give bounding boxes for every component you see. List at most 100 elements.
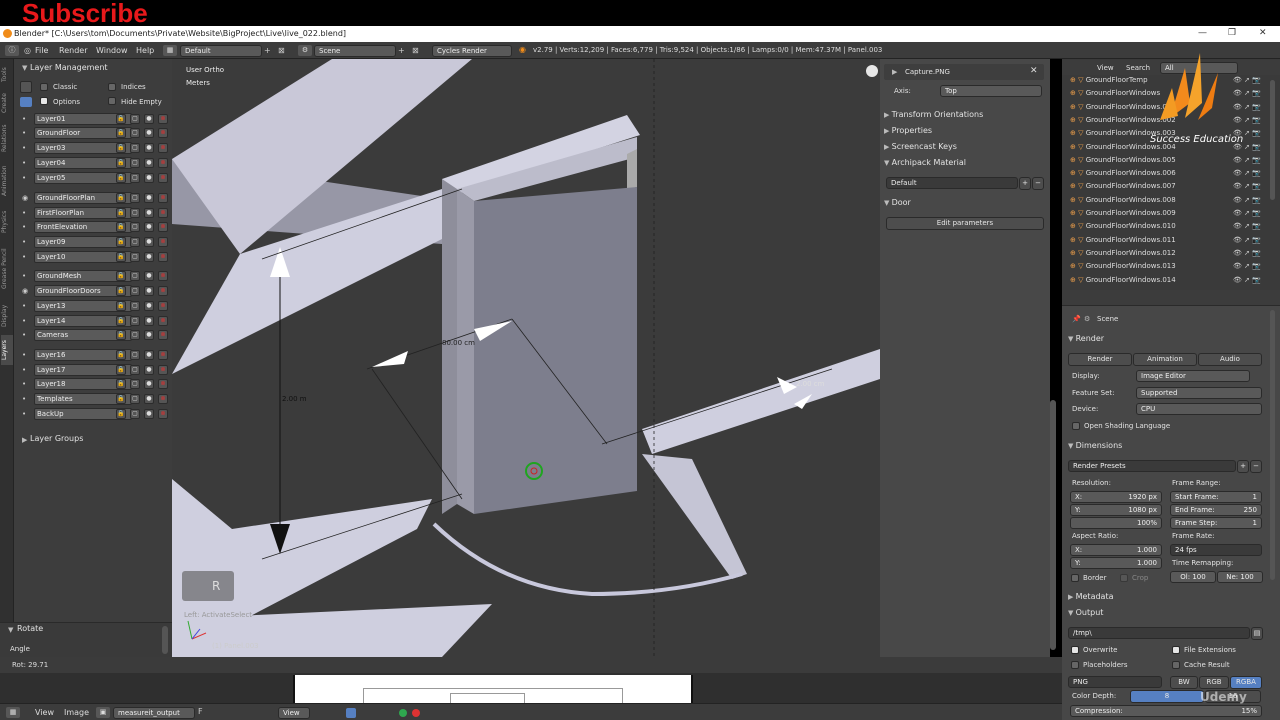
- layer-row[interactable]: • Layer10 🔒 ▢ ● ⊗: [22, 251, 168, 263]
- border-checkbox[interactable]: [1071, 574, 1079, 582]
- scene-field[interactable]: Scene: [314, 45, 396, 57]
- layer-visibility-icon[interactable]: •: [22, 223, 26, 231]
- device-select[interactable]: CPU: [1136, 403, 1262, 415]
- layer-row[interactable]: • GroundFloor 🔒 ▢ ● ⊗: [22, 127, 168, 139]
- layer-wire-icon[interactable]: ▢: [130, 379, 140, 389]
- layer-visibility-icon[interactable]: •: [22, 302, 26, 310]
- layer-remove-icon[interactable]: ⊗: [158, 128, 168, 138]
- layer-lock-icon[interactable]: 🔒: [116, 409, 126, 419]
- outliner-row[interactable]: ⊕ ▽ GroundFloorWindows.010 👁 ➚ 📷: [1070, 222, 1270, 235]
- capture-close-icon[interactable]: ✕: [1030, 66, 1038, 76]
- image-fake-user-icon[interactable]: F: [198, 707, 203, 716]
- layer-row[interactable]: ◉ GroundFloorPlan 🔒 ▢ ● ⊗: [22, 192, 168, 204]
- file-extensions-checkbox[interactable]: [1172, 646, 1180, 654]
- layer-visibility-icon[interactable]: •: [22, 129, 26, 137]
- layer-visibility-icon[interactable]: •: [22, 209, 26, 217]
- color-rgb-button[interactable]: RGB: [1199, 676, 1229, 689]
- layer-lock-icon[interactable]: 🔒: [116, 271, 126, 281]
- preset-add-button[interactable]: +: [1237, 460, 1249, 473]
- section-output[interactable]: ▼ Output: [1068, 608, 1268, 622]
- layer-wire-icon[interactable]: ▢: [130, 271, 140, 281]
- outliner-row[interactable]: ⊕ ▽ GroundFloorWindows.005 👁 ➚ 📷: [1070, 156, 1270, 169]
- layer-render-icon[interactable]: ●: [144, 394, 154, 404]
- layer-visibility-icon[interactable]: ◉: [22, 194, 28, 202]
- layer-lock-icon[interactable]: 🔒: [116, 208, 126, 218]
- layer-wire-icon[interactable]: ▢: [130, 114, 140, 124]
- aspect-x-field[interactable]: X: 1.000: [1070, 544, 1162, 556]
- layer-lock-icon[interactable]: 🔒: [116, 143, 126, 153]
- image-editor-type-icon[interactable]: ▦: [6, 707, 20, 718]
- layer-render-icon[interactable]: ●: [144, 316, 154, 326]
- image-name-field[interactable]: measureit_output: [113, 707, 195, 719]
- layer-wire-icon[interactable]: ▢: [130, 128, 140, 138]
- layer-visibility-icon[interactable]: •: [22, 238, 26, 246]
- menu-help[interactable]: Help: [136, 46, 154, 55]
- layer-render-icon[interactable]: ●: [144, 379, 154, 389]
- layer-lock-icon[interactable]: 🔒: [116, 330, 126, 340]
- operator-scrollbar[interactable]: [162, 626, 168, 654]
- material-add-button[interactable]: +: [1019, 177, 1031, 190]
- outliner-row[interactable]: ⊕ ▽ GroundFloorWindows.008 👁 ➚ 📷: [1070, 196, 1270, 209]
- section-render[interactable]: ▼ Render: [1068, 334, 1268, 348]
- remove-layout-icon[interactable]: ⊠: [278, 46, 285, 55]
- layer-wire-icon[interactable]: ▢: [130, 237, 140, 247]
- material-preset-select[interactable]: Default: [886, 177, 1018, 189]
- layer-row[interactable]: • FrontElevation 🔒 ▢ ● ⊗: [22, 221, 168, 233]
- layer-remove-icon[interactable]: ⊗: [158, 173, 168, 183]
- section-screencast-keys[interactable]: ▶ Screencast Keys: [884, 142, 1044, 156]
- frame-step-field[interactable]: Frame Step: 1: [1170, 517, 1262, 529]
- display-select[interactable]: Image Editor: [1136, 370, 1250, 382]
- layer-remove-icon[interactable]: ⊗: [158, 271, 168, 281]
- layer-lock-icon[interactable]: 🔒: [116, 301, 126, 311]
- layer-visibility-icon[interactable]: ◉: [22, 287, 28, 295]
- layer-lock-icon[interactable]: 🔒: [116, 394, 126, 404]
- outliner-row[interactable]: ⊕ ▽ GroundFloorWindows.014 👁 ➚ 📷: [1070, 276, 1270, 289]
- tab-display[interactable]: Display: [1, 299, 13, 333]
- subscribe-text[interactable]: Subscribe: [22, 0, 148, 29]
- layer-visibility-icon[interactable]: •: [22, 380, 26, 388]
- outliner-row[interactable]: ⊕ ▽ GroundFloorWindows.011 👁 ➚ 📷: [1070, 236, 1270, 249]
- feature-set-select[interactable]: Supported: [1136, 387, 1262, 399]
- outliner-restrict-icons[interactable]: 👁 ➚ 📷: [1233, 222, 1261, 230]
- layer-visibility-icon[interactable]: •: [22, 144, 26, 152]
- layer-wire-icon[interactable]: ▢: [130, 193, 140, 203]
- image-red-dot-icon[interactable]: [412, 709, 420, 717]
- layer-render-icon[interactable]: ●: [144, 208, 154, 218]
- layer-remove-icon[interactable]: ⊗: [158, 114, 168, 124]
- remove-scene-icon[interactable]: ⊠: [412, 46, 419, 55]
- color-bw-button[interactable]: BW: [1170, 676, 1198, 689]
- tab-layers[interactable]: Layers: [1, 335, 13, 365]
- layer-row[interactable]: • FirstFloorPlan 🔒 ▢ ● ⊗: [22, 207, 168, 219]
- layer-wire-icon[interactable]: ▢: [130, 252, 140, 262]
- layer-wire-icon[interactable]: ▢: [130, 330, 140, 340]
- layer-lock-icon[interactable]: 🔒: [116, 128, 126, 138]
- layer-wire-icon[interactable]: ▢: [130, 365, 140, 375]
- layer-groups-collapse-icon[interactable]: ▶: [22, 436, 27, 444]
- compression-field[interactable]: Compression: 15%: [1070, 705, 1262, 717]
- outliner-row[interactable]: ⊕ ▽ GroundFloorWindows.006 👁 ➚ 📷: [1070, 169, 1270, 182]
- image-view-menu[interactable]: View: [35, 708, 54, 717]
- layer-row[interactable]: • Layer13 🔒 ▢ ● ⊗: [22, 300, 168, 312]
- layer-visibility-icon[interactable]: •: [22, 366, 26, 374]
- render-presets-select[interactable]: Render Presets: [1068, 460, 1236, 472]
- npanel-scrollbar[interactable]: [1050, 400, 1056, 650]
- operator-collapse-icon[interactable]: ▼: [8, 626, 13, 634]
- layer-row[interactable]: • Layer05 🔒 ▢ ● ⊗: [22, 172, 168, 184]
- outliner-row[interactable]: ⊕ ▽ GroundFloorWindows.012 👁 ➚ 📷: [1070, 249, 1270, 262]
- image-view-select[interactable]: View: [278, 707, 310, 719]
- layer-render-icon[interactable]: ●: [144, 330, 154, 340]
- layer-row[interactable]: • Layer04 🔒 ▢ ● ⊗: [22, 157, 168, 169]
- layer-remove-icon[interactable]: ⊗: [158, 365, 168, 375]
- outliner-restrict-icons[interactable]: 👁 ➚ 📷: [1233, 236, 1261, 244]
- layer-remove-icon[interactable]: ⊗: [158, 394, 168, 404]
- tab-create[interactable]: Create: [1, 89, 13, 117]
- menu-file[interactable]: File: [35, 46, 48, 55]
- editor-type-icon[interactable]: ⓘ: [5, 45, 19, 56]
- layer-lock-icon[interactable]: 🔒: [116, 114, 126, 124]
- layer-lock-icon[interactable]: 🔒: [116, 193, 126, 203]
- layer-lock-icon[interactable]: 🔒: [116, 316, 126, 326]
- classic-checkbox[interactable]: [40, 83, 48, 91]
- layer-wire-icon[interactable]: ▢: [130, 143, 140, 153]
- hide-empty-checkbox[interactable]: [108, 97, 116, 105]
- layer-render-icon[interactable]: ●: [144, 301, 154, 311]
